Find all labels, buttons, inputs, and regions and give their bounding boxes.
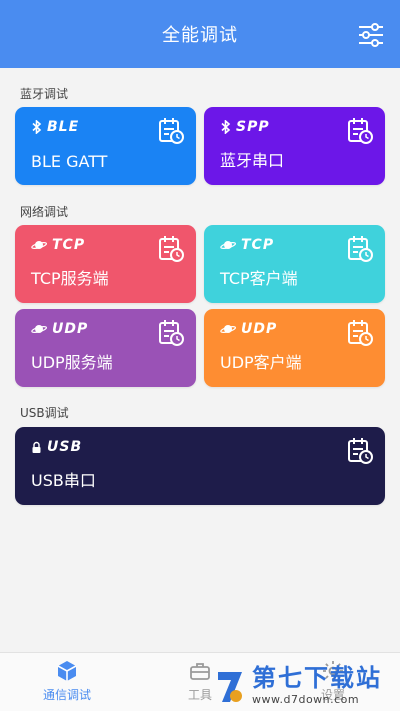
page-title: 全能调试 — [162, 25, 238, 46]
planet-icon — [31, 241, 47, 249]
card-tcp-client[interactable]: TCP TCP客户端 — [204, 225, 385, 303]
document-clock-icon — [348, 236, 373, 262]
sliders-icon — [359, 23, 383, 47]
card-label: UDP客户端 — [220, 353, 302, 372]
card-label: TCP服务端 — [31, 269, 109, 288]
card-tag: UDP — [31, 321, 88, 337]
card-tag-text: BLE — [47, 119, 80, 135]
card-spp[interactable]: SPP 蓝牙串口 — [204, 107, 385, 185]
card-label: BLE GATT — [31, 152, 108, 171]
nav-tab-settings[interactable]: 设置 — [288, 659, 378, 707]
card-tag: BLE — [31, 119, 79, 135]
nav-tab-tools[interactable]: 工具 — [155, 659, 245, 707]
nav-label: 设置 — [320, 688, 345, 702]
planet-icon — [220, 241, 236, 249]
section-label-network: 网络调试 — [20, 205, 69, 219]
nav-tab-comm-debug[interactable]: 通信调试 — [22, 659, 112, 707]
cube-icon — [57, 661, 77, 681]
card-tag: USB — [31, 439, 82, 455]
section-label-bluetooth: 蓝牙调试 — [20, 87, 69, 101]
card-label: USB串口 — [31, 471, 96, 490]
bluetooth-icon — [221, 120, 231, 134]
section-label-usb: USB调试 — [20, 406, 69, 420]
card-tag-text: TCP — [52, 237, 86, 253]
card-tag-text: USB — [47, 439, 83, 455]
document-clock-icon — [159, 320, 184, 346]
gear-icon — [323, 661, 343, 681]
card-usb-serial[interactable]: USB USB串口 — [15, 427, 385, 505]
card-tag-text: TCP — [241, 237, 275, 253]
document-clock-icon — [159, 118, 184, 144]
settings-button[interactable] — [356, 20, 386, 50]
nav-label: 工具 — [187, 688, 212, 702]
bottom-nav: 通信调试 工具 设置 — [0, 652, 400, 711]
card-udp-server[interactable]: UDP UDP服务端 — [15, 309, 196, 387]
planet-icon — [31, 325, 47, 333]
card-label: TCP客户端 — [220, 269, 298, 288]
planet-icon — [220, 325, 236, 333]
document-clock-icon — [159, 236, 184, 262]
app-header: 全能调试 — [0, 0, 400, 68]
card-ble-gatt[interactable]: BLE BLE GATT — [15, 107, 196, 185]
card-udp-client[interactable]: UDP UDP客户端 — [204, 309, 385, 387]
card-tag-text: UDP — [241, 321, 278, 337]
document-clock-icon — [348, 320, 373, 346]
card-label: UDP服务端 — [31, 353, 113, 372]
document-clock-icon — [348, 438, 373, 464]
card-tag-text: UDP — [52, 321, 89, 337]
nav-label: 通信调试 — [42, 688, 91, 702]
card-tag: TCP — [31, 237, 85, 253]
lock-icon — [32, 441, 41, 453]
document-clock-icon — [348, 118, 373, 144]
bluetooth-icon — [32, 120, 42, 134]
toolbox-icon — [190, 663, 210, 680]
card-tag: UDP — [220, 321, 277, 337]
card-tag: TCP — [220, 237, 274, 253]
card-tcp-server[interactable]: TCP TCP服务端 — [15, 225, 196, 303]
card-tag: SPP — [220, 119, 270, 135]
card-label: 蓝牙串口 — [220, 151, 285, 170]
card-tag-text: SPP — [236, 119, 270, 135]
